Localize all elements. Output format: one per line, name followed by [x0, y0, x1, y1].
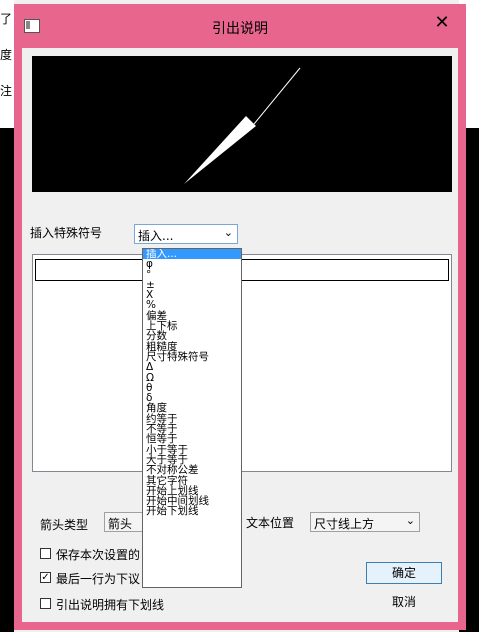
special-symbol-value: 插入...: [138, 229, 174, 243]
last-line-label: 最后一行为下议: [56, 572, 141, 586]
text-position-label: 文本位置: [246, 516, 295, 530]
preview-canvas: [32, 56, 452, 192]
dialog-title: 引出说明: [212, 21, 268, 37]
chevron-down-icon: ⌄: [405, 514, 415, 527]
save-settings-label: 保存本次设置的: [56, 548, 141, 562]
chevron-down-icon: ⌄: [223, 226, 233, 239]
dropdown-option[interactable]: 不对称公差: [143, 465, 241, 476]
arrow-type-select[interactable]: 箭头: [104, 512, 144, 532]
cancel-button[interactable]: 取消: [366, 592, 442, 614]
dropdown-option[interactable]: ±: [143, 279, 241, 290]
dialog-body: 插入特殊符号 插入... ⌄ 箭头类型 箭头 文本位置 尺寸线上方 ⌄ 保存本次…: [22, 48, 458, 622]
underline-checkbox[interactable]: [40, 598, 51, 609]
dropdown-option[interactable]: φ: [143, 259, 241, 270]
dropdown-option[interactable]: θ: [143, 382, 241, 393]
background-char: 度: [0, 48, 13, 62]
background-left-window: 了 度 注: [0, 0, 14, 128]
special-symbol-label: 插入特殊符号: [30, 226, 103, 240]
text-position-value: 尺寸线上方: [314, 517, 375, 531]
leader-line: [253, 67, 301, 125]
last-line-checkbox[interactable]: ✓: [40, 572, 51, 583]
dropdown-option[interactable]: Ω: [143, 372, 241, 383]
title-bar[interactable]: 引出说明 ✕: [14, 4, 466, 48]
callout-dialog: 引出说明 ✕ 插入特殊符号 插入... ⌄ 箭头类型 箭头 文本位置 尺寸线上方: [14, 4, 466, 630]
dropdown-option[interactable]: Δ: [143, 362, 241, 373]
background-char: 了: [0, 12, 13, 26]
dropdown-option[interactable]: 开始下划线: [143, 506, 241, 517]
dropdown-option[interactable]: X: [143, 290, 241, 301]
close-button[interactable]: ✕: [424, 12, 460, 34]
background-char: 注: [0, 84, 13, 98]
dropdown-option[interactable]: 尺寸特殊符号: [143, 352, 241, 363]
arrow-type-label: 箭头类型: [40, 518, 89, 532]
save-settings-checkbox[interactable]: [40, 548, 51, 559]
dropdown-option[interactable]: °: [143, 269, 241, 280]
ok-button[interactable]: 确定: [366, 562, 442, 584]
text-position-select[interactable]: 尺寸线上方 ⌄: [310, 512, 420, 532]
underline-label: 引出说明拥有下划线: [56, 598, 165, 612]
text-row[interactable]: [35, 259, 449, 281]
preview-drawing: [184, 67, 301, 184]
arrow-type-value: 箭头: [108, 517, 133, 531]
callout-text-list[interactable]: [32, 254, 452, 472]
special-symbol-dropdown[interactable]: 插入... φ ° ± X% 偏差 上下标 分数 粗糙度 尺寸特殊符号 Δ Ωθ δ 角度 约等于 不等于 恒等…: [142, 248, 242, 588]
special-symbol-select[interactable]: 插入... ⌄: [134, 224, 238, 244]
arrowhead: [184, 116, 256, 184]
dropdown-option[interactable]: 插入...: [143, 249, 241, 259]
